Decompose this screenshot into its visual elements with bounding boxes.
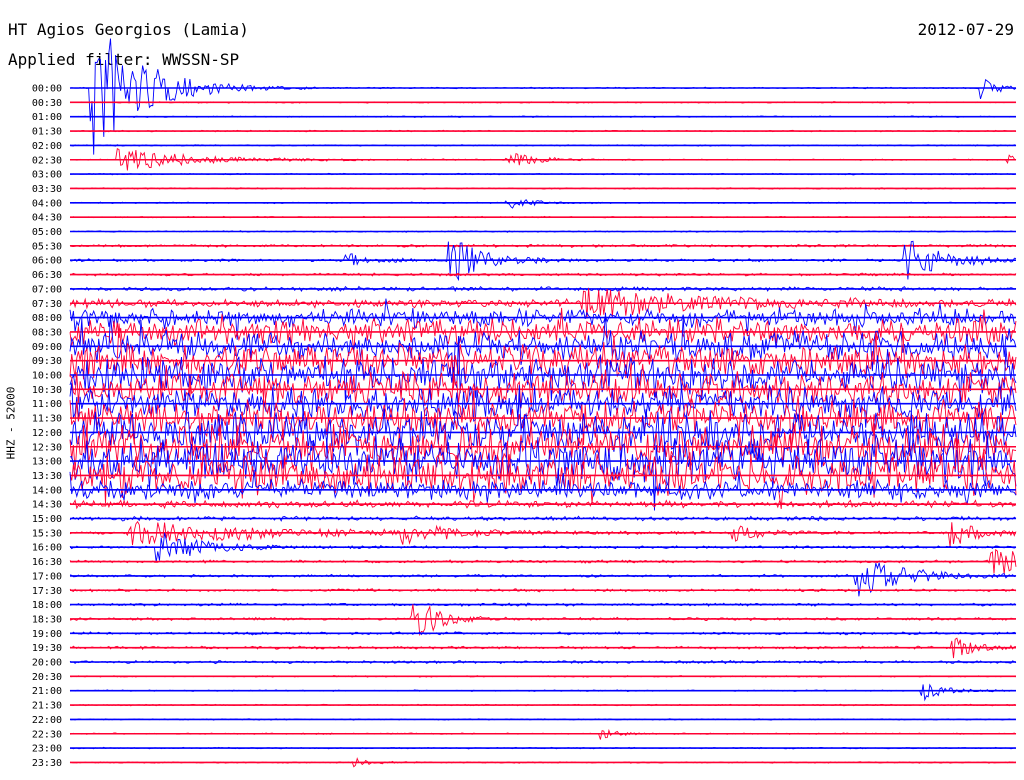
time-label: 14:30 bbox=[32, 500, 62, 511]
time-label: 10:30 bbox=[32, 385, 62, 396]
time-label: 19:00 bbox=[32, 629, 62, 640]
time-label: 01:00 bbox=[32, 112, 62, 123]
time-label: 01:30 bbox=[32, 127, 62, 138]
time-label: 07:00 bbox=[32, 284, 62, 295]
time-label: 22:30 bbox=[32, 729, 62, 740]
time-label: 06:00 bbox=[32, 256, 62, 267]
time-label: 21:30 bbox=[32, 701, 62, 712]
time-label: 13:30 bbox=[32, 471, 62, 482]
time-label: 07:30 bbox=[32, 299, 62, 310]
time-label: 04:00 bbox=[32, 198, 62, 209]
trace-line bbox=[69, 38, 1017, 155]
time-label: 09:00 bbox=[32, 342, 62, 353]
time-label: 20:00 bbox=[32, 658, 62, 669]
time-label: 05:00 bbox=[32, 227, 62, 238]
time-label: 05:30 bbox=[32, 241, 62, 252]
trace-group bbox=[69, 38, 1017, 768]
time-label: 04:30 bbox=[32, 213, 62, 224]
time-label: 11:30 bbox=[32, 414, 62, 425]
time-label: 16:30 bbox=[32, 557, 62, 568]
trace-line bbox=[69, 728, 1017, 740]
time-label: 23:30 bbox=[32, 758, 62, 769]
trace-line bbox=[69, 198, 1017, 209]
trace-line bbox=[69, 683, 1017, 702]
time-label: 08:30 bbox=[32, 327, 62, 338]
time-label: 00:00 bbox=[32, 84, 62, 95]
time-label: 02:30 bbox=[32, 155, 62, 166]
time-label: 18:00 bbox=[32, 600, 62, 611]
trace-line bbox=[69, 432, 1017, 510]
time-label: 12:30 bbox=[32, 442, 62, 453]
time-label: 10:00 bbox=[32, 371, 62, 382]
time-label: 12:00 bbox=[32, 428, 62, 439]
time-label: 20:30 bbox=[32, 672, 62, 683]
time-label: 17:00 bbox=[32, 571, 62, 582]
time-label: 21:00 bbox=[32, 686, 62, 697]
time-label: 11:00 bbox=[32, 399, 62, 410]
time-label: 00:30 bbox=[32, 98, 62, 109]
time-label: 16:00 bbox=[32, 543, 62, 554]
time-label: 17:30 bbox=[32, 586, 62, 597]
time-label: 03:00 bbox=[32, 170, 62, 181]
time-label: 13:00 bbox=[32, 457, 62, 468]
time-label: 09:30 bbox=[32, 356, 62, 367]
time-label: 14:00 bbox=[32, 485, 62, 496]
time-label: 08:00 bbox=[32, 313, 62, 324]
time-label: 03:30 bbox=[32, 184, 62, 195]
time-label: 15:30 bbox=[32, 528, 62, 539]
trace-line bbox=[69, 757, 1017, 768]
time-label: 02:00 bbox=[32, 141, 62, 152]
time-label: 06:30 bbox=[32, 270, 62, 281]
time-label: 18:30 bbox=[32, 614, 62, 625]
time-label: 22:00 bbox=[32, 715, 62, 726]
time-label: 23:00 bbox=[32, 744, 62, 755]
time-label: 15:00 bbox=[32, 514, 62, 525]
time-label-group: 00:00 00:30 01:00 01:30 02:00 02:30 03:00 03:30… bbox=[32, 84, 62, 769]
helicorder-plot: 00:00 00:30 01:00 01:30 02:00 02:30 03:00 03:30… bbox=[32, 38, 1017, 769]
time-label: 19:30 bbox=[32, 643, 62, 654]
seismogram-page: HT Agios Georgios (Lamia) 2012-07-29 App… bbox=[0, 0, 1024, 780]
trace-line bbox=[69, 375, 1017, 453]
trace-line bbox=[69, 323, 1017, 400]
